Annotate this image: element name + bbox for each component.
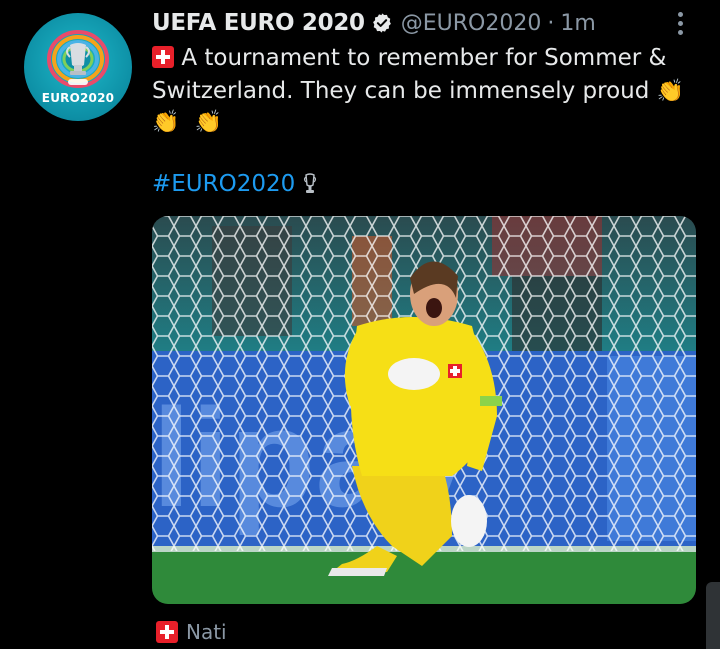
tweet-text-line-3: 👏 👏: [152, 106, 222, 139]
handle[interactable]: @EURO2020: [401, 11, 542, 36]
tweet[interactable]: EURO2020 UEFA EURO 2020 @EURO2020 · 1m A…: [0, 0, 720, 649]
tweet-media-image[interactable]: lipay: [152, 216, 696, 604]
timestamp[interactable]: 1m: [560, 11, 595, 36]
goalkeeper-photo: lipay: [152, 216, 696, 604]
tweet-footer: Nati: [156, 620, 227, 644]
hashtag-link[interactable]: #EURO2020: [152, 171, 295, 197]
avatar[interactable]: EURO2020: [24, 13, 132, 121]
tweet-text: A tournament to remember for Sommer & Sw…: [152, 42, 692, 108]
display-name[interactable]: UEFA EURO 2020: [152, 10, 365, 36]
clapping-hands-icon: 👏: [194, 110, 223, 135]
swiss-flag-icon: [156, 621, 178, 643]
more-options-icon[interactable]: [672, 10, 688, 36]
separator-dot: ·: [547, 10, 555, 36]
avatar-label: EURO2020: [41, 91, 115, 105]
swiss-flag-icon: [152, 46, 174, 68]
scrollbar[interactable]: [706, 582, 720, 649]
tweet-text-line-1: A tournament to remember for Sommer &: [181, 45, 667, 71]
trophy-icon: [304, 173, 317, 193]
tweet-text-line-2: Switzerland. They can be immensely proud: [152, 78, 650, 104]
footer-label[interactable]: Nati: [186, 620, 227, 644]
clapping-hands-icon: 👏: [152, 110, 180, 135]
hashtag-row: #EURO2020: [152, 171, 317, 197]
tweet-header: UEFA EURO 2020 @EURO2020 · 1m: [152, 8, 596, 38]
verified-badge-icon: [372, 13, 391, 33]
clapping-hands-icon: 👏: [656, 79, 685, 104]
